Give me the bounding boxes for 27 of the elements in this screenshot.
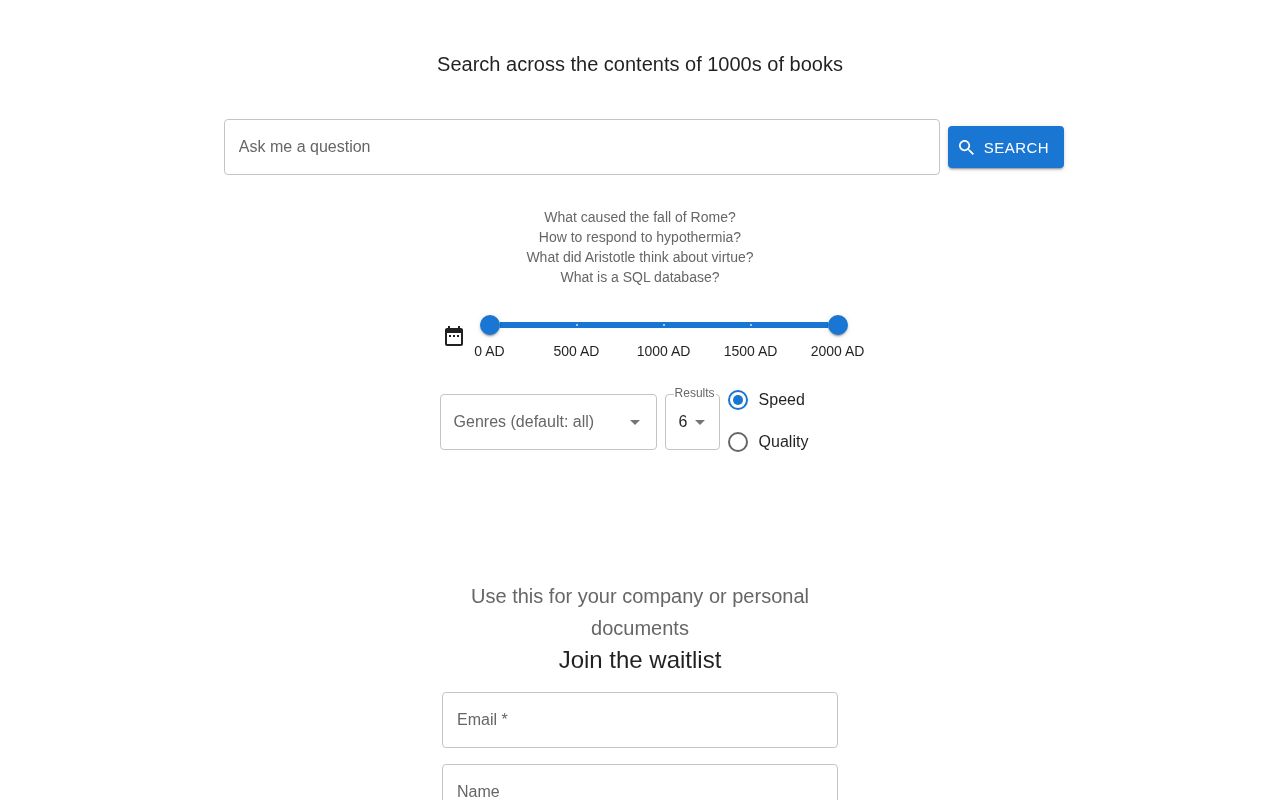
slider-mark-label: 1500 AD [723,342,778,361]
slider-mark-label: 2000 AD [810,342,865,361]
search-field[interactable]: Ask me a question [223,119,940,175]
slider-mark-label: 0 AD [474,342,505,361]
waitlist-heading: Join the waitlist [558,645,722,675]
slider-thumb[interactable] [827,315,848,335]
suggested-question[interactable]: How to respond to hypothermia? [538,227,742,247]
calendar-icon [444,326,463,346]
slider-mark-label: 500 AD [553,342,600,361]
slider-track[interactable] [479,315,848,335]
suggested-question[interactable]: What did Aristotle think about virtue? [526,247,754,267]
input-field[interactable]: Name [442,764,838,800]
search-button[interactable]: SEARCH [947,126,1065,168]
radio-option[interactable]: Quality [727,421,809,463]
suggested-question[interactable]: What caused the fall of Rome? [544,207,736,227]
tagline: Use this for your company or personal documents [470,584,810,641]
caret-icon [694,419,705,425]
radio-option[interactable]: Speed [727,379,809,421]
genres-select[interactable]: Genres (default: all) [439,394,657,450]
suggested-question[interactable]: What is a SQL database? [560,267,720,287]
caret-icon [629,419,640,425]
slider-mark-label: 1000 AD [636,342,691,361]
page-heading: Search across the contents of 1000s of books [437,52,843,76]
search-icon [958,139,974,155]
slider-thumb[interactable] [479,315,500,335]
field-label: Results [673,386,716,400]
input-field[interactable]: Email * [442,692,838,748]
